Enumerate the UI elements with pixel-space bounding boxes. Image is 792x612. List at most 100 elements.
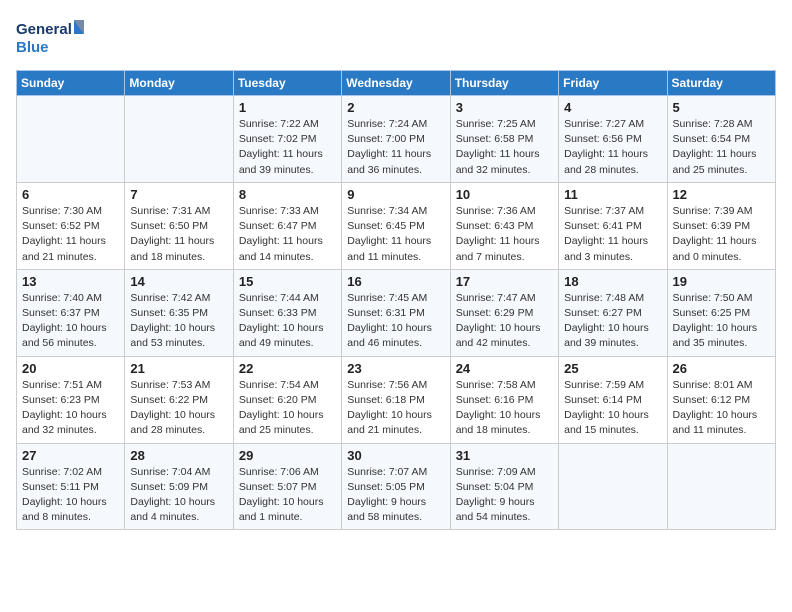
day-number: 17 — [456, 274, 553, 289]
day-number: 26 — [673, 361, 770, 376]
weekday-header-wednesday: Wednesday — [342, 71, 450, 96]
day-info: Sunrise: 7:51 AM Sunset: 6:23 PM Dayligh… — [22, 378, 119, 439]
day-info: Sunrise: 7:25 AM Sunset: 6:58 PM Dayligh… — [456, 117, 553, 178]
day-number: 8 — [239, 187, 336, 202]
day-info: Sunrise: 7:24 AM Sunset: 7:00 PM Dayligh… — [347, 117, 444, 178]
calendar-cell: 29Sunrise: 7:06 AM Sunset: 5:07 PM Dayli… — [233, 443, 341, 530]
calendar-cell: 22 Sunrise: 7:54 AM Sunset: 6:20 PM Dayli… — [233, 356, 341, 443]
day-info: Sunrise: 7:31 AM Sunset: 6:50 PM Dayligh… — [130, 204, 227, 265]
day-info: Sunrise: 7:53 AM Sunset: 6:22 PM Dayligh… — [130, 378, 227, 439]
day-info: Sunrise: 7:44 AM Sunset: 6:33 PM Dayligh… — [239, 291, 336, 352]
day-info: Sunrise: 7:40 AM Sunset: 6:37 PM Dayligh… — [22, 291, 119, 352]
day-info: Sunrise: 7:07 AM Sunset: 5:05 PM Dayligh… — [347, 465, 444, 526]
calendar-table: SundayMondayTuesdayWednesdayThursdayFrid… — [16, 70, 776, 530]
day-info: Sunrise: 7:59 AM Sunset: 6:14 PM Dayligh… — [564, 378, 661, 439]
weekday-header-friday: Friday — [559, 71, 667, 96]
day-number: 20 — [22, 361, 119, 376]
calendar-cell: 30Sunrise: 7:07 AM Sunset: 5:05 PM Dayli… — [342, 443, 450, 530]
page-header: General Blue — [16, 16, 776, 60]
day-number: 2 — [347, 100, 444, 115]
calendar-week-row: 20 Sunrise: 7:51 AM Sunset: 6:23 PM Dayli… — [17, 356, 776, 443]
day-info: Sunrise: 7:02 AM Sunset: 5:11 PM Dayligh… — [22, 465, 119, 526]
day-number: 19 — [673, 274, 770, 289]
weekday-header-saturday: Saturday — [667, 71, 775, 96]
day-number: 11 — [564, 187, 661, 202]
calendar-week-row: 6 Sunrise: 7:30 AM Sunset: 6:52 PM Daylig… — [17, 182, 776, 269]
day-number: 14 — [130, 274, 227, 289]
calendar-week-row: 1Sunrise: 7:22 AM Sunset: 7:02 PM Daylig… — [17, 96, 776, 183]
day-info: Sunrise: 7:34 AM Sunset: 6:45 PM Dayligh… — [347, 204, 444, 265]
calendar-cell: 31Sunrise: 7:09 AM Sunset: 5:04 PM Dayli… — [450, 443, 558, 530]
day-number: 22 — [239, 361, 336, 376]
day-info: Sunrise: 7:30 AM Sunset: 6:52 PM Dayligh… — [22, 204, 119, 265]
calendar-cell — [17, 96, 125, 183]
day-info: Sunrise: 7:58 AM Sunset: 6:16 PM Dayligh… — [456, 378, 553, 439]
day-info: Sunrise: 7:04 AM Sunset: 5:09 PM Dayligh… — [130, 465, 227, 526]
day-number: 4 — [564, 100, 661, 115]
day-number: 18 — [564, 274, 661, 289]
weekday-header-thursday: Thursday — [450, 71, 558, 96]
calendar-cell: 8 Sunrise: 7:33 AM Sunset: 6:47 PM Daylig… — [233, 182, 341, 269]
day-number: 6 — [22, 187, 119, 202]
calendar-cell: 4 Sunrise: 7:27 AM Sunset: 6:56 PM Daylig… — [559, 96, 667, 183]
day-number: 1 — [239, 100, 336, 115]
calendar-cell: 28 Sunrise: 7:04 AM Sunset: 5:09 PM Dayli… — [125, 443, 233, 530]
day-info: Sunrise: 7:48 AM Sunset: 6:27 PM Dayligh… — [564, 291, 661, 352]
day-info: Sunrise: 7:39 AM Sunset: 6:39 PM Dayligh… — [673, 204, 770, 265]
weekday-header-tuesday: Tuesday — [233, 71, 341, 96]
weekday-header-sunday: Sunday — [17, 71, 125, 96]
day-info: Sunrise: 7:45 AM Sunset: 6:31 PM Dayligh… — [347, 291, 444, 352]
day-number: 3 — [456, 100, 553, 115]
calendar-cell: 23Sunrise: 7:56 AM Sunset: 6:18 PM Dayli… — [342, 356, 450, 443]
calendar-week-row: 27 Sunrise: 7:02 AM Sunset: 5:11 PM Dayli… — [17, 443, 776, 530]
calendar-cell: 14Sunrise: 7:42 AM Sunset: 6:35 PM Dayli… — [125, 269, 233, 356]
calendar-cell — [667, 443, 775, 530]
day-info: Sunrise: 7:36 AM Sunset: 6:43 PM Dayligh… — [456, 204, 553, 265]
calendar-cell: 17Sunrise: 7:47 AM Sunset: 6:29 PM Dayli… — [450, 269, 558, 356]
calendar-cell: 25 Sunrise: 7:59 AM Sunset: 6:14 PM Dayli… — [559, 356, 667, 443]
day-info: Sunrise: 7:37 AM Sunset: 6:41 PM Dayligh… — [564, 204, 661, 265]
calendar-cell: 19 Sunrise: 7:50 AM Sunset: 6:25 PM Dayli… — [667, 269, 775, 356]
logo: General Blue — [16, 16, 86, 60]
day-info: Sunrise: 7:33 AM Sunset: 6:47 PM Dayligh… — [239, 204, 336, 265]
day-number: 31 — [456, 448, 553, 463]
calendar-cell: 20 Sunrise: 7:51 AM Sunset: 6:23 PM Dayli… — [17, 356, 125, 443]
day-number: 27 — [22, 448, 119, 463]
calendar-cell: 12 Sunrise: 7:39 AM Sunset: 6:39 PM Dayli… — [667, 182, 775, 269]
calendar-cell: 16 Sunrise: 7:45 AM Sunset: 6:31 PM Dayli… — [342, 269, 450, 356]
day-number: 7 — [130, 187, 227, 202]
svg-text:Blue: Blue — [16, 39, 49, 56]
svg-text:General: General — [16, 21, 72, 38]
day-info: Sunrise: 7:27 AM Sunset: 6:56 PM Dayligh… — [564, 117, 661, 178]
day-number: 15 — [239, 274, 336, 289]
day-number: 25 — [564, 361, 661, 376]
day-info: Sunrise: 7:06 AM Sunset: 5:07 PM Dayligh… — [239, 465, 336, 526]
calendar-body: 1Sunrise: 7:22 AM Sunset: 7:02 PM Daylig… — [17, 96, 776, 530]
calendar-cell: 2 Sunrise: 7:24 AM Sunset: 7:00 PM Daylig… — [342, 96, 450, 183]
day-number: 16 — [347, 274, 444, 289]
weekday-header-row: SundayMondayTuesdayWednesdayThursdayFrid… — [17, 71, 776, 96]
calendar-cell — [559, 443, 667, 530]
calendar-cell: 21 Sunrise: 7:53 AM Sunset: 6:22 PM Dayli… — [125, 356, 233, 443]
calendar-cell: 13Sunrise: 7:40 AM Sunset: 6:37 PM Dayli… — [17, 269, 125, 356]
calendar-cell: 5Sunrise: 7:28 AM Sunset: 6:54 PM Daylig… — [667, 96, 775, 183]
calendar-cell: 15 Sunrise: 7:44 AM Sunset: 6:33 PM Dayli… — [233, 269, 341, 356]
calendar-cell: 24 Sunrise: 7:58 AM Sunset: 6:16 PM Dayli… — [450, 356, 558, 443]
calendar-cell: 27 Sunrise: 7:02 AM Sunset: 5:11 PM Dayli… — [17, 443, 125, 530]
logo-svg: General Blue — [16, 16, 86, 60]
day-info: Sunrise: 7:28 AM Sunset: 6:54 PM Dayligh… — [673, 117, 770, 178]
day-info: Sunrise: 7:56 AM Sunset: 6:18 PM Dayligh… — [347, 378, 444, 439]
day-info: Sunrise: 7:54 AM Sunset: 6:20 PM Dayligh… — [239, 378, 336, 439]
day-number: 12 — [673, 187, 770, 202]
calendar-cell: 26 Sunrise: 8:01 AM Sunset: 6:12 PM Dayli… — [667, 356, 775, 443]
day-info: Sunrise: 8:01 AM Sunset: 6:12 PM Dayligh… — [673, 378, 770, 439]
calendar-cell — [125, 96, 233, 183]
day-info: Sunrise: 7:50 AM Sunset: 6:25 PM Dayligh… — [673, 291, 770, 352]
calendar-week-row: 13Sunrise: 7:40 AM Sunset: 6:37 PM Dayli… — [17, 269, 776, 356]
day-number: 24 — [456, 361, 553, 376]
day-number: 21 — [130, 361, 227, 376]
calendar-cell: 7 Sunrise: 7:31 AM Sunset: 6:50 PM Daylig… — [125, 182, 233, 269]
calendar-cell: 11 Sunrise: 7:37 AM Sunset: 6:41 PM Dayli… — [559, 182, 667, 269]
calendar-header: SundayMondayTuesdayWednesdayThursdayFrid… — [17, 71, 776, 96]
day-number: 28 — [130, 448, 227, 463]
